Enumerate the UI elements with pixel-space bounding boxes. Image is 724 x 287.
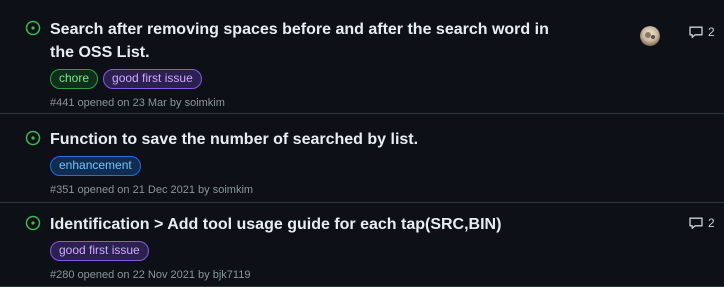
avatar[interactable] <box>640 26 660 46</box>
issue-row: Search after removing spaces before and … <box>0 4 724 114</box>
issue-opened-icon <box>25 130 41 146</box>
issue-title-link[interactable]: Search after removing spaces before and … <box>50 18 550 64</box>
issue-main: Identification > Add tool usage guide fo… <box>50 213 574 282</box>
labels: good first issue <box>50 241 574 261</box>
labels: enhancement <box>50 156 574 176</box>
comment-icon <box>689 217 703 229</box>
issue-meta: #351 opened on 21 Dec 2021 by soimkim <box>50 183 574 197</box>
comment-count: 2 <box>708 216 715 230</box>
issue-opened-text: opened on 21 Dec 2021 by <box>77 184 210 196</box>
issue-opened-icon <box>25 215 41 231</box>
issue-main: Function to save the number of searched … <box>50 128 574 197</box>
issue-number: #280 <box>50 269 75 281</box>
issue-meta: #441 opened on 23 Mar by soimkim <box>50 96 574 110</box>
issue-title-link[interactable]: Function to save the number of searched … <box>50 128 550 151</box>
comment-count: 2 <box>708 25 715 39</box>
label-enhancement[interactable]: enhancement <box>50 156 141 176</box>
issue-list: Search after removing spaces before and … <box>0 4 724 287</box>
issue-author-link[interactable]: soimkim <box>213 184 253 196</box>
issue-author-link[interactable]: soimkim <box>185 97 225 109</box>
issue-main: Search after removing spaces before and … <box>50 18 574 110</box>
issue-opened-text: opened on 22 Nov 2021 by <box>77 269 210 281</box>
issue-number: #351 <box>50 184 75 196</box>
label-good-first-issue[interactable]: good first issue <box>103 69 202 89</box>
labels: chore good first issue <box>50 69 574 89</box>
issue-author-link[interactable]: bjk7119 <box>213 269 251 281</box>
issue-number: #441 <box>50 97 75 109</box>
comment-icon <box>689 26 703 38</box>
issue-title-link[interactable]: Identification > Add tool usage guide fo… <box>50 213 550 236</box>
issue-opened-text: opened on 23 Mar by <box>77 97 182 109</box>
label-chore[interactable]: chore <box>50 69 99 89</box>
issue-meta: #280 opened on 22 Nov 2021 by bjk7119 <box>50 268 574 282</box>
issue-opened-icon <box>25 20 41 36</box>
issue-row: Function to save the number of searched … <box>0 114 724 203</box>
issue-row: Identification > Add tool usage guide fo… <box>0 203 724 287</box>
comments-link[interactable]: 2 <box>688 24 715 40</box>
comments-link[interactable]: 2 <box>688 215 715 231</box>
label-good-first-issue[interactable]: good first issue <box>50 241 149 261</box>
